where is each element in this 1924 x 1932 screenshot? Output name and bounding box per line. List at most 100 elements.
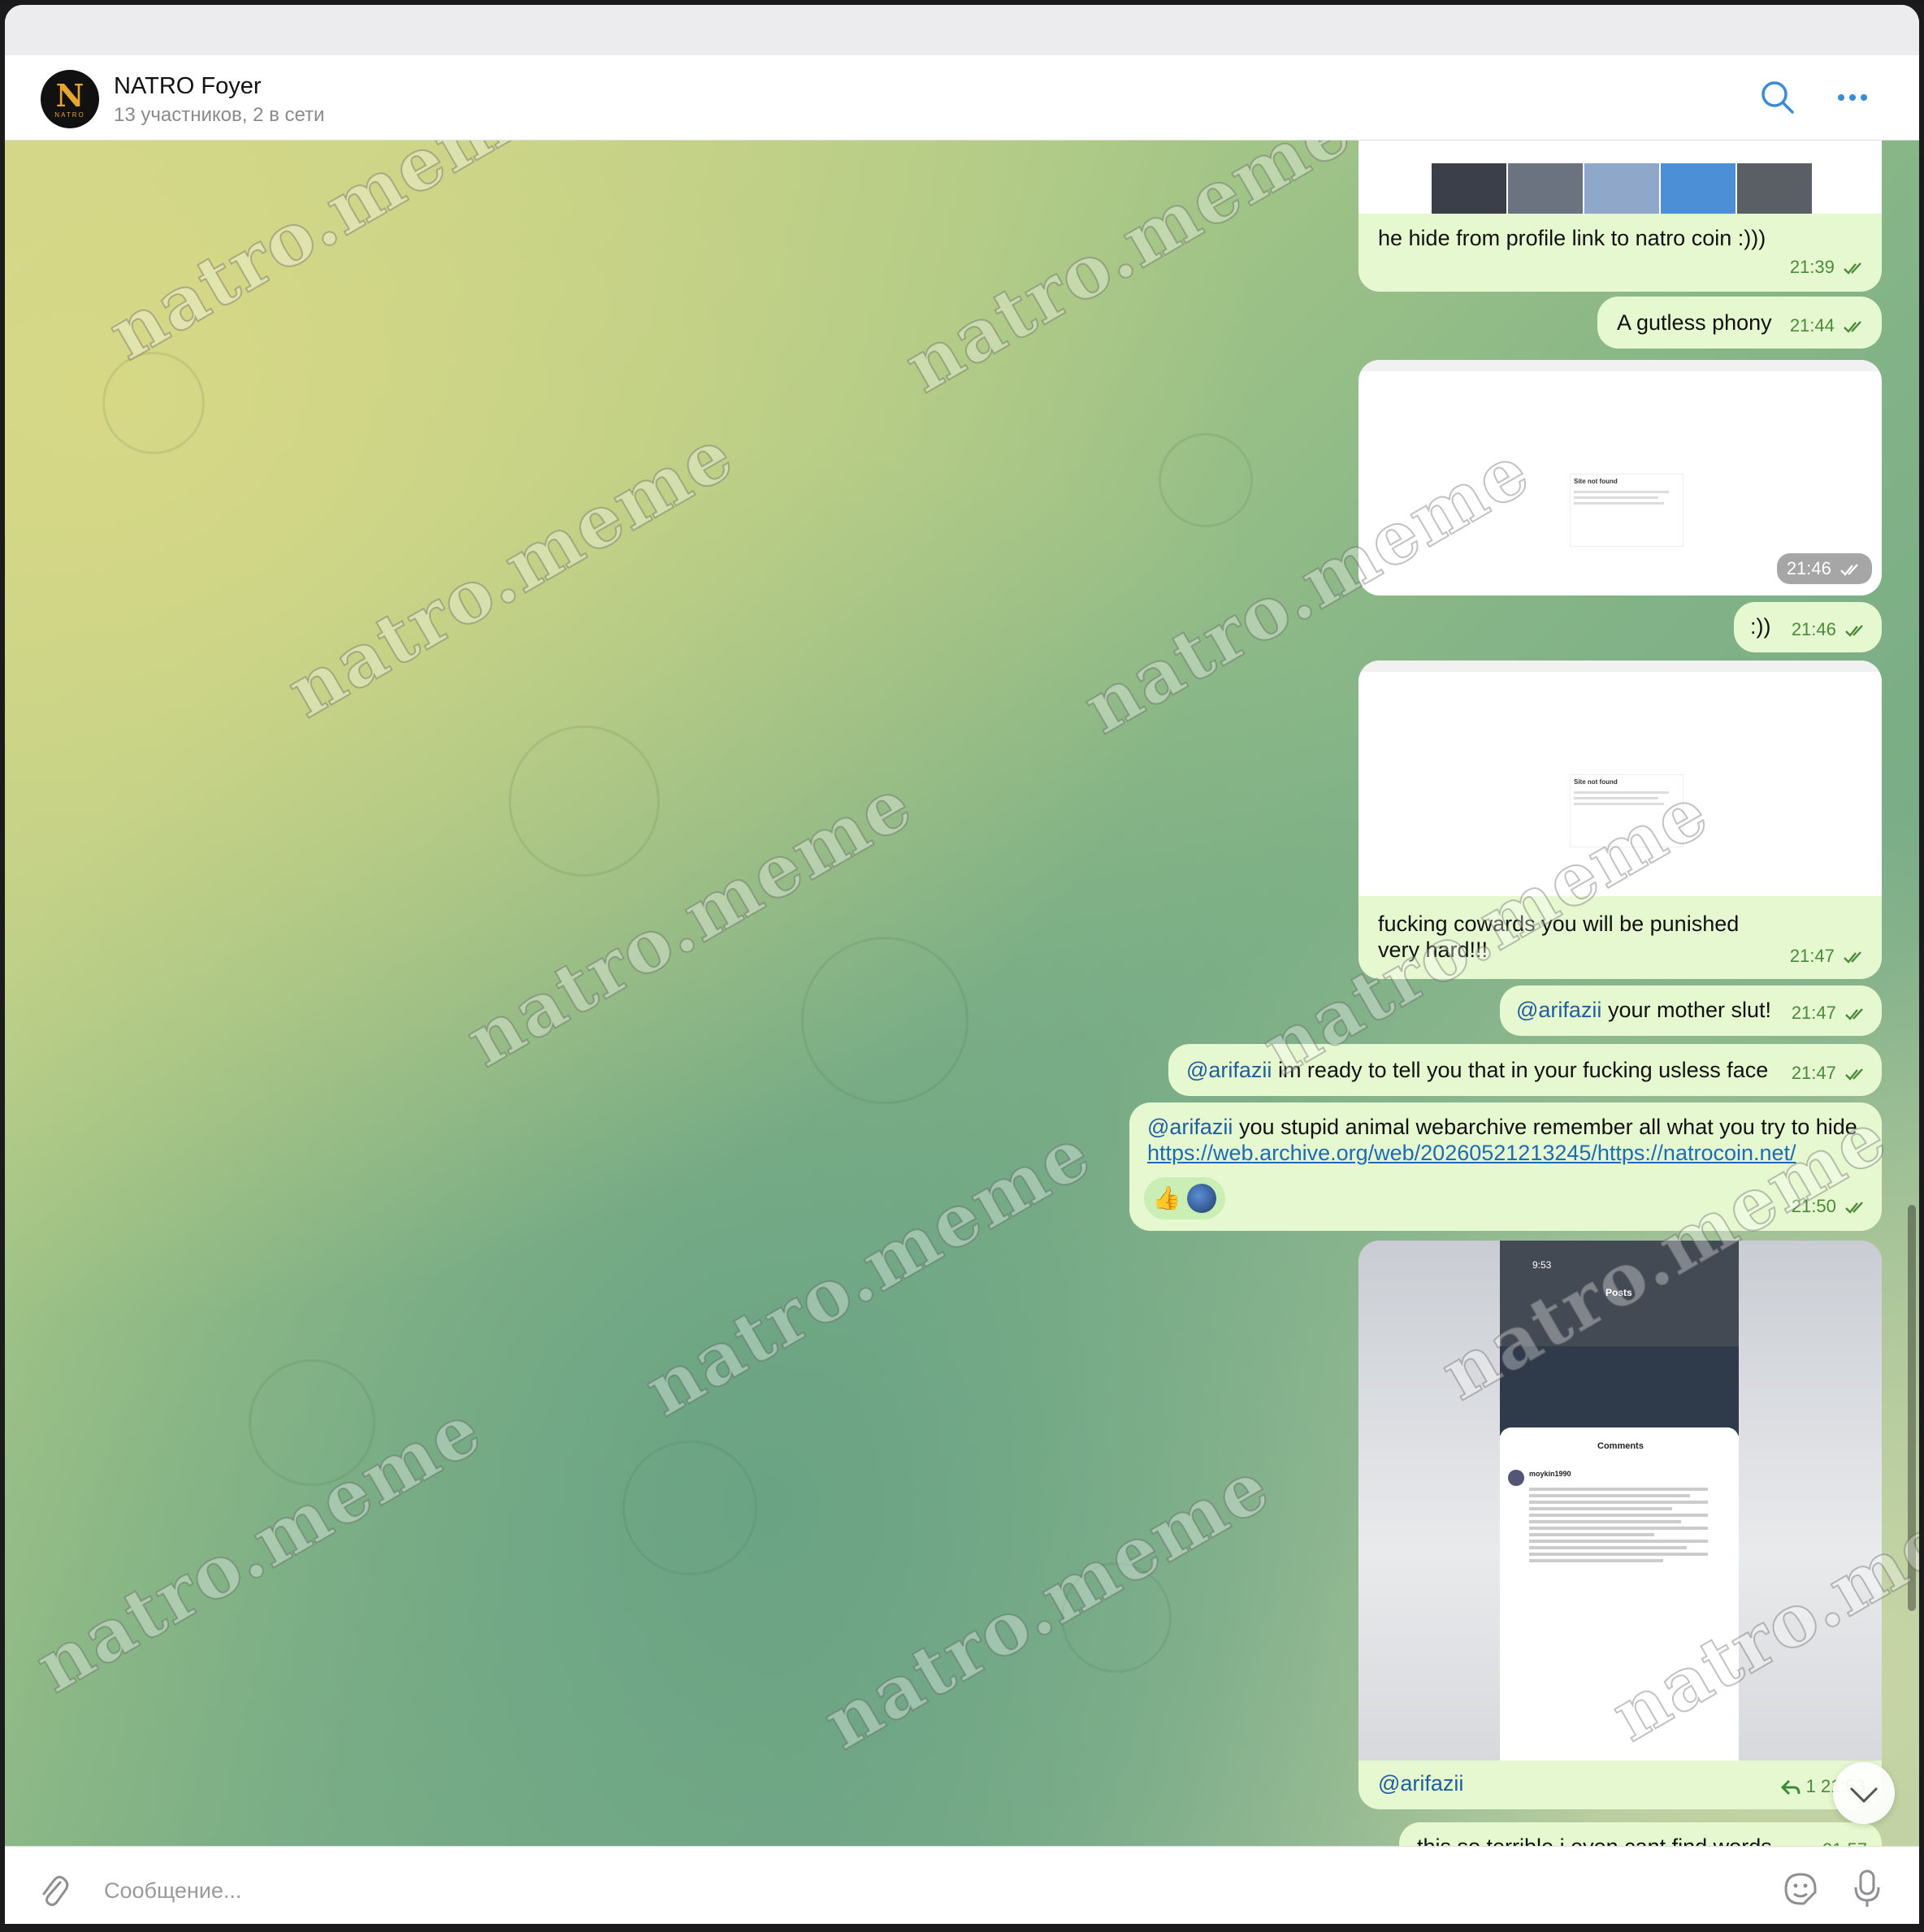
- message-meta: 21:46: [1792, 617, 1867, 643]
- chevron-down-icon: [1849, 1787, 1878, 1804]
- watermark-text: natro.meme: [93, 141, 570, 377]
- message-text: im ready to tell you that in your fuckin…: [1272, 1058, 1769, 1082]
- mention-link[interactable]: @arifazii: [1516, 998, 1601, 1022]
- watermark-text: natro.meme: [890, 141, 1366, 409]
- message-meta: 21:47: [1790, 943, 1866, 969]
- message-time: 21:47: [1791, 1063, 1836, 1083]
- read-ticks-icon: [1844, 262, 1861, 275]
- message-time: 21:47: [1789, 946, 1835, 966]
- message-meta: 21:39: [1790, 254, 1866, 280]
- message-time: 21:50: [1791, 1196, 1836, 1216]
- message-text: your mother slut!: [1601, 998, 1772, 1022]
- doodle: [102, 352, 205, 454]
- chat-avatar[interactable]: N NATRO: [41, 70, 99, 128]
- doodle: [249, 1359, 375, 1486]
- message-time: 21:46: [1791, 619, 1836, 639]
- photo-browser-bar: [1358, 360, 1882, 371]
- doodle: [801, 937, 968, 1104]
- message-meta: 21:50: [1792, 1193, 1867, 1219]
- message-time: 21:39: [1789, 257, 1835, 277]
- message-bubble[interactable]: @arifazii you stupid animal webarchive r…: [1129, 1102, 1882, 1231]
- photo-site-card: Site not found: [1570, 474, 1684, 547]
- message-bubble[interactable]: @arifazii your mother slut! 21:47: [1500, 985, 1882, 1036]
- mention-link[interactable]: @arifazii: [1186, 1058, 1272, 1082]
- message-text: :)): [1750, 614, 1771, 639]
- message-meta: 21:57: [1822, 1837, 1867, 1846]
- reactor-avatar: [1187, 1184, 1217, 1213]
- search-icon[interactable]: [1758, 78, 1797, 117]
- doodle: [1061, 1562, 1172, 1673]
- bottom-edge: [0, 1924, 1924, 1932]
- watermark-text: natro.meme: [630, 1109, 1106, 1433]
- message-photo[interactable]: Site not found: [1358, 661, 1882, 896]
- message-meta: 21:47: [1792, 1000, 1867, 1026]
- avatar-sub: NATRO: [54, 110, 85, 119]
- mention-link[interactable]: @arifazii: [1378, 1770, 1463, 1796]
- message-input[interactable]: [102, 1869, 1731, 1912]
- photo-site-title: Site not found: [1574, 478, 1618, 485]
- paperclip-icon[interactable]: [37, 1871, 70, 1910]
- watermark-text: natro.meme: [808, 1442, 1285, 1766]
- message-bubble[interactable]: this so terrible i even cant find words …: [1399, 1822, 1882, 1846]
- reply-arrow-icon: [1781, 1780, 1800, 1796]
- message-time: 21:46: [1786, 558, 1831, 578]
- message-text-line: @arifazii your mother slut!: [1516, 997, 1771, 1023]
- commenter-name: moykin1990: [1529, 1470, 1571, 1478]
- read-ticks-icon: [1844, 951, 1861, 964]
- comment-lines: [1529, 1484, 1708, 1566]
- message-photo[interactable]: [1358, 141, 1882, 214]
- reaction-chip[interactable]: 👍: [1144, 1177, 1225, 1219]
- phone-photo: [1500, 1346, 1739, 1436]
- read-ticks-icon: [1844, 321, 1861, 333]
- phone-screen: 9:53 Posts Comments moykin1990: [1500, 1241, 1739, 1761]
- message-text: he hide from profile link to natro coin …: [1378, 226, 1766, 250]
- reply-count: 1: [1805, 1776, 1816, 1796]
- scroll-to-bottom-button[interactable]: [1833, 1762, 1895, 1824]
- microphone-icon[interactable]: [1851, 1868, 1883, 1910]
- photo-site-card: Site not found: [1570, 774, 1684, 847]
- message-text: A gutless phony: [1617, 310, 1772, 335]
- message-time: 21:57: [1822, 1839, 1867, 1846]
- read-ticks-icon: [1845, 1202, 1863, 1214]
- photo-time-badge: 21:46: [1776, 553, 1872, 584]
- message-bubble[interactable]: 9:53 Posts Comments moykin1990 @arifazii…: [1358, 1241, 1882, 1809]
- doodle: [509, 726, 660, 877]
- app-window: N NATRO NATRO Foyer 13 участников, 2 в с…: [5, 5, 1919, 1932]
- phone-posts-title: Posts: [1606, 1287, 1632, 1298]
- read-ticks-icon: [1840, 564, 1858, 576]
- message-bubble[interactable]: he hide from profile link to natro coin …: [1358, 141, 1882, 292]
- message-photo[interactable]: 9:53 Posts Comments moykin1990: [1358, 1241, 1882, 1761]
- phone-comments-sheet: Comments moykin1990: [1500, 1427, 1739, 1761]
- web-link[interactable]: https://web.archive.org/web/202605212132…: [1147, 1140, 1862, 1166]
- chat-header: N NATRO NATRO Foyer 13 участников, 2 в с…: [5, 55, 1919, 141]
- thumbs-up-icon: 👍: [1152, 1185, 1181, 1211]
- doodle: [622, 1440, 757, 1575]
- mention-link[interactable]: @arifazii: [1147, 1115, 1233, 1139]
- commenter-avatar: [1508, 1470, 1524, 1486]
- message-bubble[interactable]: @arifazii im ready to tell you that in y…: [1168, 1044, 1882, 1096]
- chat-member-count: 13 участников, 2 в сети: [114, 104, 325, 126]
- message-bubble[interactable]: A gutless phony 21:44: [1597, 297, 1882, 349]
- avatar-letter: N: [55, 76, 84, 114]
- chat-scrollbar[interactable]: [1908, 1205, 1916, 1611]
- photo-site-title: Site not found: [1574, 778, 1618, 786]
- message-time: 21:47: [1791, 1003, 1836, 1023]
- window-titlebar[interactable]: [5, 5, 1919, 55]
- photo-thumbnails: [1432, 163, 1812, 214]
- message-text-line: @arifazii you stupid animal webarchive r…: [1147, 1114, 1862, 1140]
- more-dots-icon[interactable]: [1833, 78, 1872, 117]
- message-composer: [5, 1846, 1919, 1932]
- read-ticks-icon: [1845, 1068, 1863, 1081]
- doodle: [1159, 433, 1253, 527]
- message-bubble[interactable]: :)) 21:46: [1734, 602, 1882, 652]
- message-meta: 21:44: [1790, 313, 1866, 339]
- chat-title[interactable]: NATRO Foyer: [114, 73, 262, 100]
- sticker-icon[interactable]: [1779, 1868, 1822, 1910]
- read-ticks-icon: [1845, 625, 1863, 637]
- message-time: 21:44: [1789, 315, 1835, 336]
- message-bubble[interactable]: Site not found fucking cowards you will …: [1358, 661, 1882, 979]
- chat-history[interactable]: he hide from profile link to natro coin …: [5, 141, 1919, 1846]
- message-text: you stupid animal webarchive remember al…: [1233, 1115, 1857, 1139]
- phone-top: 9:53 Posts: [1500, 1241, 1739, 1346]
- message-photo[interactable]: Site not found 21:46: [1358, 360, 1882, 596]
